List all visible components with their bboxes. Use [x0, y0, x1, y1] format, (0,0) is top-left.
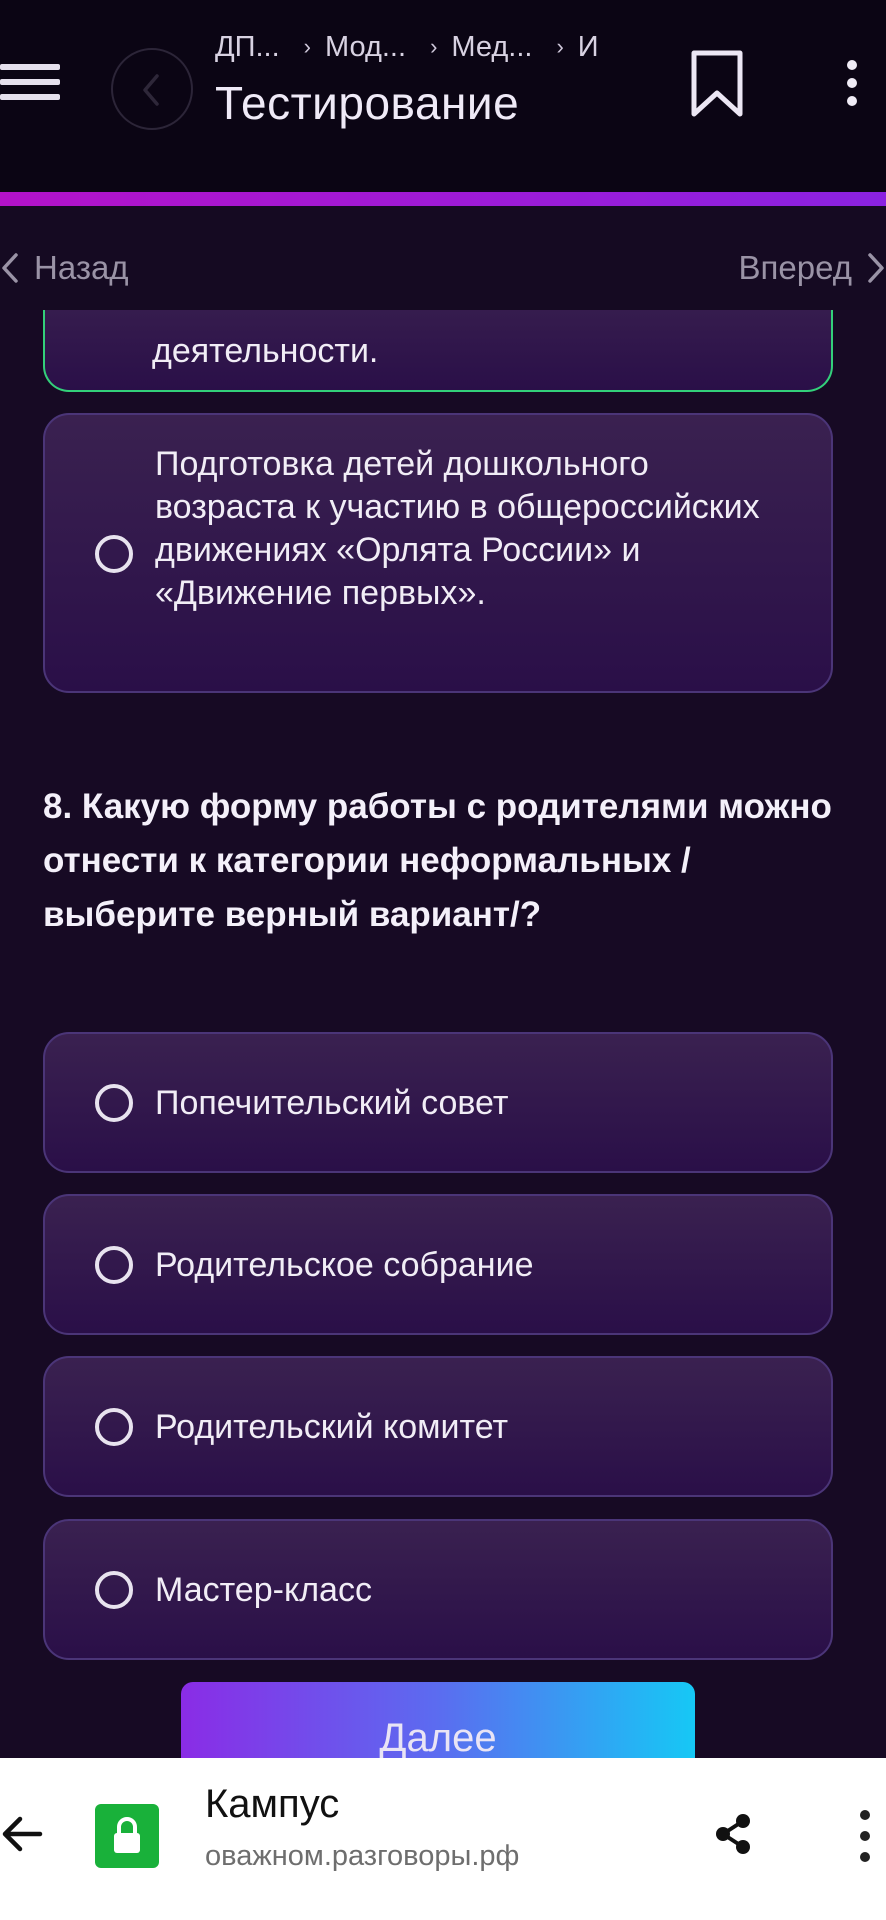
page-title: Тестирование	[215, 77, 520, 129]
site-url[interactable]: оважном.разговоры.рф	[205, 1840, 519, 1873]
app-header: ДП... › Мод... › Мед... › И Тестирование	[0, 0, 886, 192]
test-content: деятельности. Подготовка детей дошкольно…	[0, 310, 886, 1758]
bookmark-icon[interactable]	[688, 48, 746, 120]
share-icon[interactable]	[713, 1812, 753, 1856]
chevron-left-icon	[2, 253, 18, 283]
nav-next-button[interactable]: Вперед	[739, 246, 886, 290]
question-text: 8. Какую форму работы с родителями можно…	[43, 787, 832, 934]
breadcrumb-item[interactable]: Мед...	[451, 31, 532, 64]
arrow-left-icon[interactable]	[0, 1812, 44, 1856]
next-question-button[interactable]: Далее	[181, 1682, 695, 1758]
answer-option-text: деятельности.	[152, 332, 379, 370]
nav-back-button[interactable]: Назад	[0, 246, 129, 290]
chevron-left-icon	[143, 74, 159, 106]
answer-option[interactable]: Подготовка детей дошкольного возраста к …	[43, 413, 833, 693]
site-security-badge[interactable]	[95, 1804, 159, 1868]
answer-option[interactable]: Родительский комитет	[43, 1356, 833, 1497]
chevron-right-icon: ›	[430, 34, 438, 60]
radio-button[interactable]	[95, 535, 133, 573]
accent-bar	[0, 192, 886, 206]
page: ДП... › Мод... › Мед... › И Тестирование Назад…	[0, 0, 886, 1920]
menu-icon[interactable]	[0, 60, 62, 104]
answer-option-text: Попечительский совет	[155, 1084, 509, 1122]
answer-option-selected[interactable]: деятельности.	[43, 310, 833, 392]
answer-option-text: Подготовка детей дошкольного возраста к …	[155, 445, 760, 612]
breadcrumb-item[interactable]: ДП...	[215, 31, 280, 64]
answer-option[interactable]: Попечительский совет	[43, 1032, 833, 1173]
radio-button[interactable]	[95, 1246, 133, 1284]
answer-option-text: Родительский комитет	[155, 1408, 509, 1446]
answer-option-text: Родительское собрание	[155, 1246, 534, 1284]
radio-button[interactable]	[95, 1571, 133, 1609]
breadcrumb: ДП... › Мод... › Мед... › И	[215, 30, 625, 70]
site-title[interactable]: Кампус	[205, 1782, 339, 1827]
back-button[interactable]	[111, 48, 193, 130]
nav-back-label: Назад	[34, 249, 129, 286]
browser-bottom-bar: Кампус оважном.разговоры.рф	[0, 1758, 886, 1920]
question-nav: Назад Вперед	[0, 206, 886, 310]
radio-button[interactable]	[95, 1408, 133, 1446]
chevron-right-icon	[868, 253, 884, 283]
answer-option-text: Мастер-класс	[155, 1571, 372, 1609]
nav-next-label: Вперед	[738, 249, 852, 286]
more-options-icon[interactable]	[840, 60, 864, 108]
radio-button[interactable]	[95, 1084, 133, 1122]
answer-option[interactable]: Родительское собрание	[43, 1194, 833, 1335]
browser-menu-icon[interactable]	[855, 1808, 875, 1864]
chevron-right-icon: ›	[556, 34, 564, 60]
breadcrumb-item[interactable]: Мод...	[325, 31, 406, 64]
lock-icon	[114, 1817, 140, 1853]
chevron-right-icon: ›	[303, 34, 311, 60]
answer-option[interactable]: Мастер-класс	[43, 1519, 833, 1660]
breadcrumb-item[interactable]: И	[578, 31, 599, 64]
